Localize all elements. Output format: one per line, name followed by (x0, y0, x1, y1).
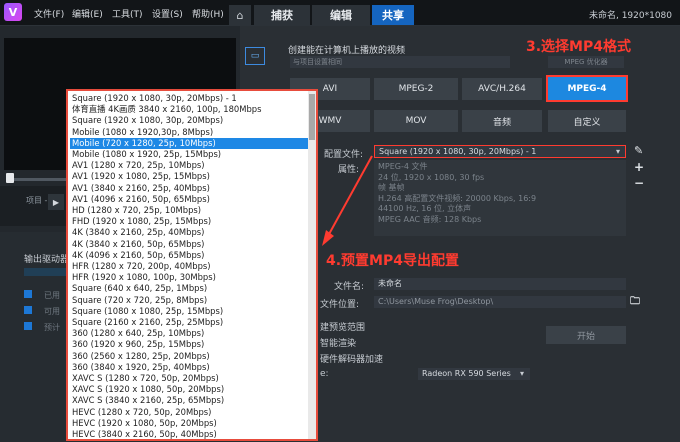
format-custom[interactable]: 自定义 (548, 110, 626, 132)
project-label: 项目 - (26, 196, 48, 205)
location-input[interactable]: C:\Users\Muse Frog\Desktop\ (374, 296, 626, 308)
hw-decoder-option[interactable]: 硬件解码器加速 (320, 352, 383, 365)
share-title: 创建能在计算机上播放的视频 (288, 46, 406, 56)
menu-edit[interactable]: 编辑(E) (72, 7, 103, 20)
dropdown-option[interactable]: Mobile (1080 x 1920, 25p, 15Mbps) (70, 149, 316, 161)
profile-dropdown-list[interactable]: Square (1920 x 1080, 30p, 20Mbps) - 1 体育直… (66, 89, 318, 441)
dropdown-option[interactable]: 360 (3840 x 1920, 25p, 40Mbps) (70, 362, 316, 374)
menu-help[interactable]: 帮助(H) (192, 7, 224, 20)
dropdown-option[interactable]: 4K (4096 x 2160, 50p, 65Mbps) (70, 250, 316, 262)
same-as-project-dropdown[interactable]: 与项目设置相同 (290, 56, 510, 68)
dropdown-option[interactable]: 体育直播 4K画质 3840 x 2160, 100p, 180Mbps (70, 104, 316, 116)
dropdown-option[interactable]: HFR (1920 x 1080, 100p, 30Mbps) (70, 272, 316, 284)
edit-icon[interactable]: ✎ (634, 144, 643, 157)
dropdown-option[interactable]: Square (1920 x 1080, 30p, 20Mbps) - 1 (70, 93, 316, 105)
play-icon: ▶ (52, 197, 60, 207)
dropdown-option[interactable]: 360 (2560 x 1280, 25p, 20Mbps) (70, 351, 316, 363)
computer-tab[interactable]: ▭ (245, 47, 265, 65)
dropdown-option[interactable]: HEVC (3840 x 2160, 50p, 40Mbps) (70, 429, 316, 441)
location-label: 文件位置: (320, 300, 360, 310)
dropdown-option[interactable]: AV1 (4096 x 2160, 50p, 65Mbps) (70, 194, 316, 206)
gpu-label: e: (320, 369, 329, 379)
chevron-down-icon: ▾ (520, 369, 525, 378)
dropdown-option[interactable]: HEVC (1280 x 720, 50p, 20Mbps) (70, 407, 316, 419)
dropdown-option[interactable]: 4K (3840 x 2160, 50p, 65Mbps) (70, 239, 316, 251)
free-label: 可用 (44, 307, 60, 316)
dropdown-option[interactable]: Square (1080 x 1080, 25p, 15Mbps) (70, 306, 316, 318)
dropdown-option[interactable]: HFR (1280 x 720, 200p, 40Mbps) (70, 261, 316, 273)
dropdown-option[interactable]: FHD (1920 x 1080, 25p, 15Mbps) (70, 216, 316, 228)
dropdown-option[interactable]: Square (2160 x 2160, 25p, 25Mbps) (70, 317, 316, 329)
annotation-step3: 3.选择MP4格式 (526, 39, 631, 55)
filename-input[interactable]: 未命名 (374, 278, 626, 290)
estimated-label: 预计 (44, 323, 60, 332)
dropdown-option[interactable]: AV1 (3840 x 2160, 25p, 40Mbps) (70, 183, 316, 195)
dropdown-option[interactable]: AV1 (1280 x 720, 25p, 10Mbps) (70, 160, 316, 172)
slider-thumb[interactable] (6, 173, 14, 183)
dropdown-option[interactable]: XAVC S (1280 x 720, 50p, 20Mbps) (70, 373, 316, 385)
dropdown-option[interactable]: XAVC S (1920 x 1080, 50p, 20Mbps) (70, 384, 316, 396)
estimated-swatch (24, 322, 32, 330)
dropdown-option[interactable]: 360 (1280 x 640, 25p, 10Mbps) (70, 328, 316, 340)
used-label: 已用 (44, 291, 60, 300)
home-tab[interactable]: ⌂ (229, 5, 251, 25)
prop-line: 44100 Hz, 16 位, 立体声 (378, 204, 472, 213)
dropdown-option[interactable]: AV1 (1920 x 1080, 25p, 15Mbps) (70, 171, 316, 183)
project-info: 未命名, 1920*1080 (588, 11, 672, 21)
app-logo: V (4, 3, 22, 21)
free-swatch (24, 306, 32, 314)
prop-line: 帧 基帧 (378, 183, 405, 192)
mpeg-optimizer-button[interactable]: MPEG 优化器 (548, 56, 624, 68)
prop-line: 24 位, 1920 x 1080, 30 fps (378, 172, 485, 182)
annotation-arrow (322, 155, 373, 246)
prop-line: H.264 高配置文件视频: 20000 Kbps, 16:9 (378, 193, 537, 203)
dropdown-option[interactable]: HEVC (1920 x 1080, 50p, 20Mbps) (70, 418, 316, 430)
profile-dropdown[interactable]: Square (1920 x 1080, 30p, 20Mbps) - 1 (374, 145, 626, 158)
output-drive-label: 输出驱动器 (24, 255, 70, 265)
home-icon: ⌂ (236, 8, 244, 22)
prop-line: MPEG AAC 音频: 128 Kbps (378, 214, 482, 224)
menu-tools[interactable]: 工具(T) (112, 7, 143, 20)
dropdown-option[interactable]: Square (1920 x 1080, 30p, 20Mbps) (70, 115, 316, 127)
dropdown-option[interactable]: 360 (1920 x 960, 25p, 15Mbps) (70, 339, 316, 351)
format-mpeg2[interactable]: MPEG-2 (374, 78, 458, 100)
format-audio[interactable]: 音频 (462, 110, 542, 132)
dropdown-scrollbar[interactable] (308, 91, 316, 439)
format-mov[interactable]: MOV (374, 110, 458, 132)
dropdown-option[interactable]: Mobile (720 x 1280, 25p, 10Mbps) (70, 137, 316, 150)
chevron-down-icon: ▾ (616, 147, 621, 156)
dropdown-option[interactable]: Square (640 x 640, 25p, 1Mbps) (70, 283, 316, 295)
gpu-select[interactable]: Radeon RX 590 Series (418, 368, 530, 380)
dropdown-option[interactable]: HD (1280 x 720, 25p, 10Mbps) (70, 205, 316, 217)
properties-box: MPEG-4 文件 24 位, 1920 x 1080, 30 fps 帧 基帧… (374, 160, 626, 236)
annotation-step4: 4.预置MP4导出配置 (326, 253, 459, 269)
add-icon[interactable]: + (634, 160, 644, 174)
remove-icon[interactable]: − (634, 176, 644, 190)
menu-file[interactable]: 文件(F) (34, 7, 64, 20)
play-button[interactable]: ▶ (48, 194, 64, 210)
used-swatch (24, 290, 32, 298)
menu-settings[interactable]: 设置(S) (152, 7, 183, 20)
dropdown-scrollbar-thumb[interactable] (309, 94, 315, 140)
folder-icon[interactable]: 🗀 (630, 294, 640, 311)
tab-edit[interactable]: 编辑 (312, 5, 370, 25)
dropdown-option[interactable]: Square (720 x 720, 25p, 8Mbps) (70, 295, 316, 307)
format-avc[interactable]: AVC/H.264 (462, 78, 542, 100)
tab-share[interactable]: 共享 (372, 5, 414, 25)
monitor-icon: ▭ (250, 51, 260, 61)
filename-label: 文件名: (334, 282, 365, 292)
dropdown-option[interactable]: 4K (3840 x 2160, 25p, 40Mbps) (70, 227, 316, 239)
dropdown-option[interactable]: Mobile (1080 x 1920,30p, 8Mbps) (70, 127, 316, 139)
format-mpeg4[interactable]: MPEG-4 (546, 75, 628, 102)
start-button[interactable]: 开始 (546, 326, 626, 344)
tab-capture[interactable]: 捕获 (254, 5, 310, 25)
dropdown-option[interactable]: XAVC S (3840 x 2160, 25p, 65Mbps) (70, 395, 316, 407)
smart-render-option[interactable]: 智能渲染 (320, 336, 356, 349)
prop-line: MPEG-4 文件 (378, 162, 428, 171)
preview-range-option[interactable]: 建预览范围 (320, 320, 365, 333)
